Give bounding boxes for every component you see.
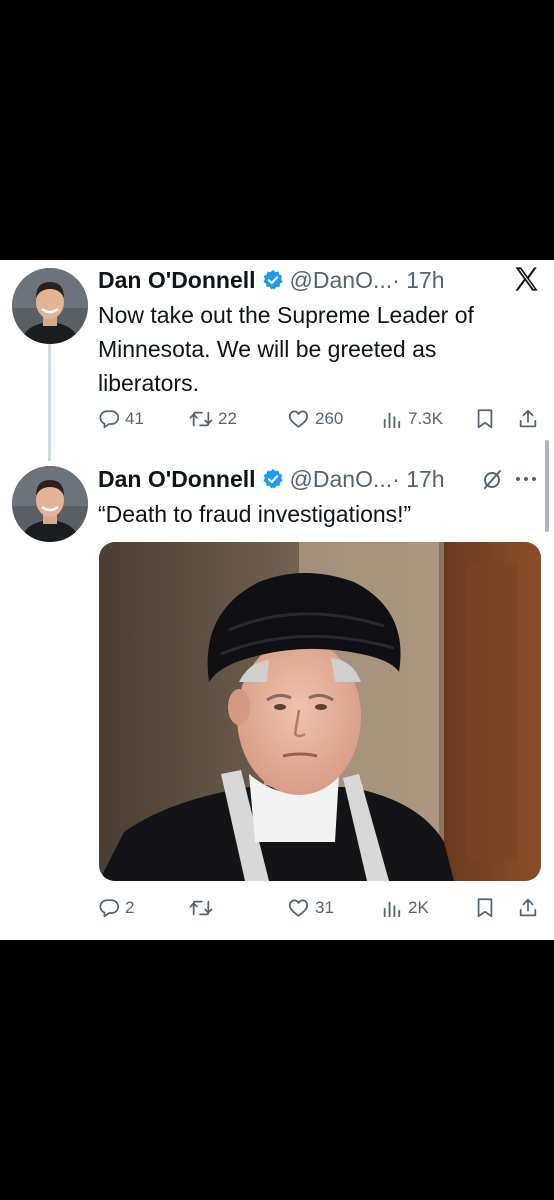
retweet-button[interactable]: 22	[189, 404, 237, 434]
verified-badge-icon	[262, 468, 284, 490]
like-button[interactable]: 31	[287, 893, 334, 923]
like-icon	[288, 410, 309, 428]
reply-button[interactable]: 41	[98, 404, 144, 434]
views-button[interactable]: 7.3K	[381, 404, 443, 434]
retweet-icon	[189, 900, 213, 916]
reply-count: 41	[125, 409, 144, 428]
reply-icon	[99, 410, 120, 429]
bookmark-icon	[477, 898, 493, 918]
retweet-button[interactable]	[189, 893, 218, 923]
tweet-actions-bar: 41 22 260 7.3K	[98, 404, 544, 434]
tweet-header: Dan O'Donnell @DanO... · 17h	[98, 461, 445, 497]
tweet-timestamp[interactable]: · 17h	[392, 267, 444, 294]
author-name[interactable]: Dan O'Donnell	[98, 466, 256, 493]
like-count: 31	[315, 898, 334, 917]
thread-connector-line	[48, 343, 51, 461]
more-options-icon[interactable]	[513, 470, 539, 488]
share-icon	[519, 898, 537, 917]
avatar[interactable]	[12, 268, 88, 344]
grok-icon[interactable]	[480, 467, 504, 491]
retweet-count: 22	[218, 409, 237, 428]
like-icon	[288, 899, 309, 917]
tweet-text: Now take out the Supreme Leader of Minne…	[98, 302, 474, 396]
author-name[interactable]: Dan O'Donnell	[98, 267, 256, 294]
scrollbar-thumb[interactable]	[545, 440, 549, 532]
x-logo-icon[interactable]	[512, 265, 540, 293]
tweet-header: Dan O'Donnell @DanO... · 17h	[98, 262, 445, 298]
tweet-text: “Death to fraud investigations!”	[98, 501, 412, 527]
share-icon	[519, 409, 537, 428]
like-button[interactable]: 260	[287, 404, 343, 434]
reply-count: 2	[125, 898, 135, 917]
verified-badge-icon	[262, 269, 284, 291]
author-handle[interactable]: @DanO...	[290, 267, 393, 294]
tweet-media-image[interactable]	[99, 542, 541, 881]
share-button[interactable]	[517, 893, 539, 923]
tweet-actions-bar: 2 31 2K	[98, 893, 544, 923]
bookmark-button[interactable]	[475, 893, 495, 923]
retweet-icon	[189, 411, 213, 427]
bookmark-icon	[477, 409, 493, 429]
like-count: 260	[315, 409, 344, 428]
reply-button[interactable]: 2	[98, 893, 134, 923]
share-button[interactable]	[517, 404, 539, 434]
tweet-timestamp[interactable]: · 17h	[392, 466, 444, 493]
reply-icon	[99, 899, 120, 918]
views-icon	[383, 901, 401, 918]
views-icon	[383, 412, 401, 429]
bookmark-button[interactable]	[475, 404, 495, 434]
author-handle[interactable]: @DanO...	[290, 466, 393, 493]
views-button[interactable]: 2K	[381, 893, 429, 923]
views-count: 2K	[408, 898, 429, 917]
avatar[interactable]	[12, 466, 88, 542]
views-count: 7.3K	[408, 409, 443, 428]
